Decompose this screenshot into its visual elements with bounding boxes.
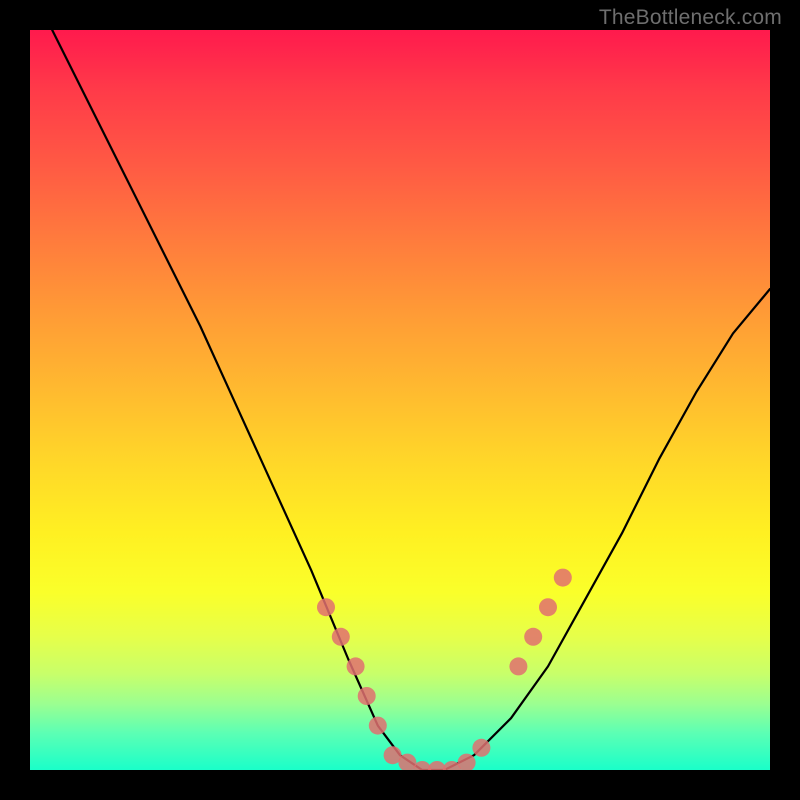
scatter-point — [554, 569, 572, 587]
scatter-point — [317, 598, 335, 616]
scatter-point — [369, 717, 387, 735]
scatter-point — [524, 628, 542, 646]
chart-frame: TheBottleneck.com — [0, 0, 800, 800]
scatter-point — [539, 598, 557, 616]
scatter-point — [347, 657, 365, 675]
plot-area — [30, 30, 770, 770]
scatter-point — [358, 687, 376, 705]
scatter-point — [509, 657, 527, 675]
curve-path — [52, 30, 770, 770]
scatter-point — [332, 628, 350, 646]
watermark-text: TheBottleneck.com — [599, 6, 782, 30]
scatter-point — [472, 739, 490, 757]
curve-layer — [30, 30, 770, 770]
